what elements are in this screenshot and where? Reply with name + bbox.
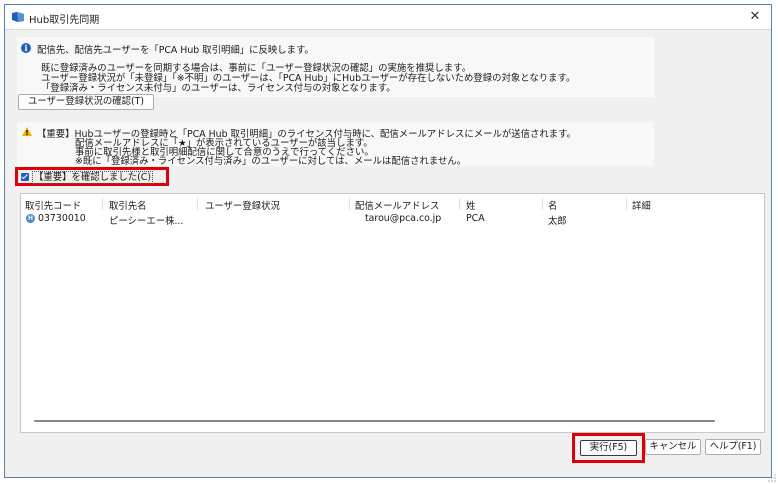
confirm-checkbox[interactable] (21, 173, 29, 181)
partner-table: 取引先コード 取引先名 ユーザー登録状況 配信メールアドレス 姓 名 詳細 H … (20, 193, 765, 433)
column-header-first-name[interactable]: 名 (548, 198, 557, 212)
cell-code[interactable]: 03730010 (38, 213, 86, 224)
dialog-window: Hub取引先同期 ✕ i 配信先、配信先ユーザーを「PCA Hub 取引明細」に… (4, 4, 772, 478)
cell-email[interactable]: tarou@pca.co.jp (365, 213, 441, 224)
info-line-1: 配信先、配信先ユーザーを「PCA Hub 取引明細」に反映します。 (37, 45, 314, 56)
column-separator (349, 198, 350, 210)
column-header-detail[interactable]: 詳細 (632, 198, 651, 212)
cancel-button[interactable]: キャンセル (645, 439, 701, 455)
info-panel: i 配信先、配信先ユーザーを「PCA Hub 取引明細」に反映します。 既に登録… (17, 37, 654, 97)
run-button-highlight: 実行(F5) (572, 433, 645, 463)
column-separator (102, 198, 103, 210)
hub-window-icon (12, 12, 24, 22)
column-separator (197, 198, 198, 210)
cell-first-name[interactable]: 太郎 (548, 213, 567, 227)
warning-line-4: ※既に「登録済み・ライセンス付与済み」のユーザーに対しては、メールは配信されませ… (75, 156, 467, 167)
warning-panel: 【重要】Hubユーザーの登録時と「PCA Hub 取引明細」のライセンス付与時に… (17, 122, 654, 167)
confirm-checkbox-label[interactable]: 【重要】を確認しました(C) (32, 171, 153, 184)
warning-triangle-icon (22, 127, 32, 136)
cell-name[interactable]: ピーシーエー株... (109, 213, 183, 227)
window-title: Hub取引先同期 (29, 15, 100, 26)
title-bar: Hub取引先同期 ✕ (5, 5, 771, 30)
column-separator (626, 198, 627, 210)
info-icon: i (21, 43, 31, 53)
info-line-4: 「登録済み・ライセンス未付与」のユーザーは、ライセンス付与の対象となります。 (41, 83, 396, 94)
help-button[interactable]: ヘルプ(F1) (705, 439, 761, 455)
column-separator (459, 198, 460, 210)
column-header-name[interactable]: 取引先名 (109, 198, 147, 212)
column-header-code[interactable]: 取引先コード (25, 198, 81, 212)
confirm-checkbox-highlight: 【重要】を確認しました(C) (15, 167, 169, 186)
column-separator (542, 198, 543, 210)
confirm-status-button[interactable]: ユーザー登録状況の確認(T) (18, 94, 154, 110)
resize-grip-icon[interactable] (768, 474, 776, 482)
close-icon[interactable]: ✕ (747, 9, 763, 25)
cell-last-name[interactable]: PCA (466, 213, 485, 224)
run-button[interactable]: 実行(F5) (580, 440, 637, 456)
hub-user-icon: H (26, 214, 35, 223)
column-header-email[interactable]: 配信メールアドレス (355, 198, 439, 212)
horizontal-scrollbar[interactable] (34, 420, 715, 422)
column-header-last-name[interactable]: 姓 (466, 198, 475, 212)
column-header-status[interactable]: ユーザー登録状況 (205, 198, 280, 212)
